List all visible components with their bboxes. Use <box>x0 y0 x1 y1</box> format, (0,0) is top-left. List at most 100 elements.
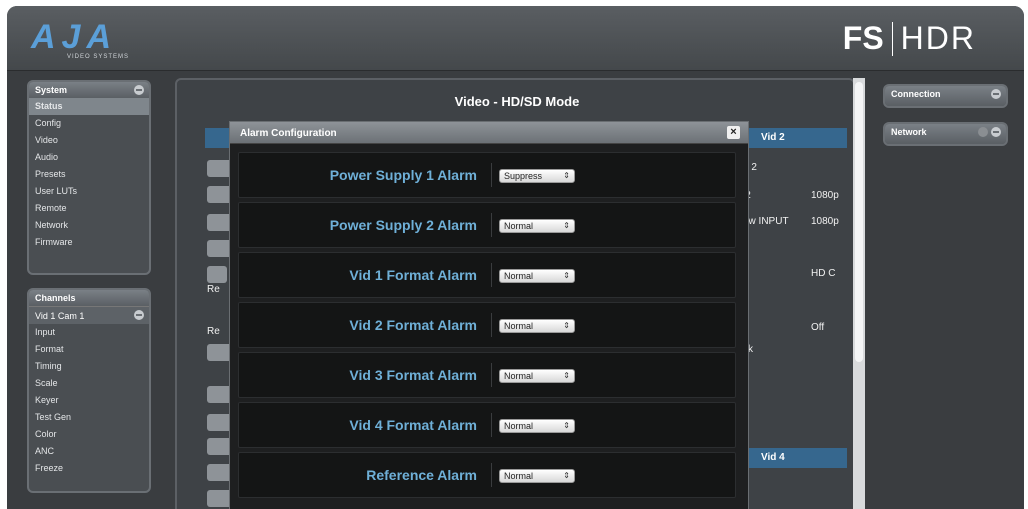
channel-item-timing[interactable]: Timing <box>29 358 149 375</box>
alarm-row: Vid 1 Format Alarm Normal ⇕ <box>238 252 736 298</box>
dialog-title: Alarm Configuration <box>240 128 337 139</box>
alarm-mode-value: Normal <box>504 371 534 381</box>
alarm-mode-select[interactable]: Normal ⇕ <box>499 469 575 483</box>
select-arrows-icon: ⇕ <box>563 171 570 180</box>
alarm-mode-value: Normal <box>504 471 534 481</box>
channel-item-input[interactable]: Input <box>29 324 149 341</box>
alarm-mode-select[interactable]: Normal ⇕ <box>499 269 575 283</box>
channel-item-anc[interactable]: ANC <box>29 443 149 460</box>
system-nav-list: Status Config Video Audio Presets User LUTs Re… <box>29 98 149 251</box>
page-title: Video - HD/SD Mode <box>454 94 580 109</box>
alarm-row: Vid 4 Format Alarm Normal ⇕ <box>238 402 736 448</box>
system-panel-header[interactable]: System <box>29 82 149 98</box>
sidebar-item-status[interactable]: Status <box>29 98 149 115</box>
vid2-value: 1080p <box>811 190 839 201</box>
vid2-value: HD C <box>811 268 836 279</box>
row-label: Re <box>207 326 220 337</box>
alarm-mode-value: Suppress <box>504 171 543 181</box>
alarm-configuration-dialog: Alarm Configuration × Power Supply 1 Ala… <box>229 121 749 509</box>
divider <box>491 263 492 287</box>
sidebar-item-firmware[interactable]: Firmware <box>29 234 149 251</box>
select-arrows-icon: ⇕ <box>563 471 570 480</box>
row-button[interactable] <box>207 266 227 283</box>
alarm-mode-select[interactable]: Normal ⇕ <box>499 369 575 383</box>
alarm-label: Reference Alarm <box>366 467 477 483</box>
alarm-mode-select[interactable]: Normal ⇕ <box>499 319 575 333</box>
refresh-icon[interactable] <box>978 127 988 137</box>
vid2-value: Off <box>811 322 825 333</box>
row-label: Re <box>207 284 220 295</box>
sidebar-item-video[interactable]: Video <box>29 132 149 149</box>
logo-subtext: VIDEO SYSTEMS <box>67 54 130 60</box>
aja-logo: AJA VIDEO SYSTEMS <box>31 18 181 64</box>
divider <box>491 363 492 387</box>
divider <box>491 313 492 337</box>
vid2-value: ow INPUT <box>743 216 789 227</box>
product-fs: FS <box>842 20 884 56</box>
connection-panel-header[interactable]: Connection <box>885 86 1006 106</box>
channel-item-freeze[interactable]: Freeze <box>29 460 149 477</box>
channel-item-scale[interactable]: Scale <box>29 375 149 392</box>
alarm-row: Reference Alarm Normal ⇕ <box>238 452 736 498</box>
sidebar-item-user-luts[interactable]: User LUTs <box>29 183 149 200</box>
collapse-icon[interactable] <box>134 310 144 320</box>
alarm-row: Vid 3 Format Alarm Normal ⇕ <box>238 352 736 398</box>
system-panel-title: System <box>35 85 68 95</box>
channels-panel: Channels Vid 1 Cam 1 Input Format Timing Sc… <box>27 288 151 493</box>
select-arrows-icon: ⇕ <box>563 271 570 280</box>
alarm-label: Power Supply 2 Alarm <box>329 217 477 233</box>
channel-selector[interactable]: Vid 1 Cam 1 <box>29 306 149 324</box>
divider <box>491 463 492 487</box>
product-name: FS HDR <box>843 20 976 57</box>
connection-panel: Connection <box>883 84 1008 108</box>
channels-panel-header[interactable]: Channels <box>29 290 149 306</box>
alarm-label: Power Supply 1 Alarm <box>329 167 477 183</box>
alarm-mode-select[interactable]: Suppress ⇕ <box>499 169 575 183</box>
sidebar-item-presets[interactable]: Presets <box>29 166 149 183</box>
select-arrows-icon: ⇕ <box>563 421 570 430</box>
alarm-row: Power Supply 2 Alarm Normal ⇕ <box>238 202 736 248</box>
sidebar-item-network[interactable]: Network <box>29 217 149 234</box>
alarm-mode-value: Normal <box>504 271 534 281</box>
network-panel: Network <box>883 122 1008 146</box>
alarm-row: Vid 2 Format Alarm Normal ⇕ <box>238 302 736 348</box>
select-arrows-icon: ⇕ <box>563 321 570 330</box>
select-arrows-icon: ⇕ <box>563 371 570 380</box>
channels-panel-title: Channels <box>35 293 76 303</box>
select-arrows-icon: ⇕ <box>563 221 570 230</box>
vid2-value: 1080p <box>811 216 839 227</box>
network-panel-header[interactable]: Network <box>885 124 1006 144</box>
connection-panel-title: Connection <box>891 89 941 99</box>
dialog-title-bar: Alarm Configuration × <box>230 122 748 144</box>
sidebar-item-remote[interactable]: Remote <box>29 200 149 217</box>
collapse-icon[interactable] <box>991 89 1001 99</box>
alarm-row: Power Supply 1 Alarm Suppress ⇕ <box>238 152 736 198</box>
alarm-mode-value: Normal <box>504 221 534 231</box>
close-icon[interactable]: × <box>727 126 740 139</box>
channel-item-test-gen[interactable]: Test Gen <box>29 409 149 426</box>
product-divider <box>891 21 893 56</box>
sidebar-item-config[interactable]: Config <box>29 115 149 132</box>
channel-name: Vid 1 Cam 1 <box>35 311 85 321</box>
app-header: AJA VIDEO SYSTEMS FS HDR <box>7 6 1024 71</box>
main-scrollbar[interactable] <box>853 78 865 509</box>
app-window: AJA VIDEO SYSTEMS FS HDR System Status Co… <box>7 6 1024 509</box>
network-panel-title: Network <box>891 127 927 137</box>
scrollbar-thumb[interactable] <box>855 82 863 362</box>
alarm-mode-select[interactable]: Normal ⇕ <box>499 219 575 233</box>
alarm-label: Vid 4 Format Alarm <box>349 417 477 433</box>
channel-nav-list: Input Format Timing Scale Keyer Test Gen Color… <box>29 324 149 477</box>
alarm-label: Vid 3 Format Alarm <box>349 367 477 383</box>
alarm-mode-select[interactable]: Normal ⇕ <box>499 419 575 433</box>
product-hdr: HDR <box>900 20 976 56</box>
sidebar-item-audio[interactable]: Audio <box>29 149 149 166</box>
collapse-icon[interactable] <box>991 127 1001 137</box>
alarm-label: Vid 1 Format Alarm <box>349 267 477 283</box>
channel-item-keyer[interactable]: Keyer <box>29 392 149 409</box>
vid4-column-header: Vid 4 <box>747 448 847 468</box>
collapse-icon[interactable] <box>134 85 144 95</box>
system-panel: System Status Config Video Audio Presets User… <box>27 80 151 275</box>
channel-item-color[interactable]: Color <box>29 426 149 443</box>
divider <box>491 413 492 437</box>
channel-item-format[interactable]: Format <box>29 341 149 358</box>
